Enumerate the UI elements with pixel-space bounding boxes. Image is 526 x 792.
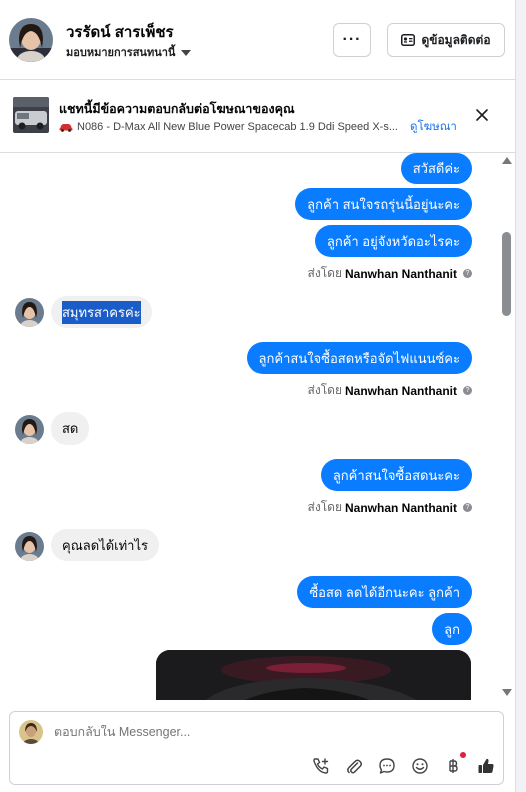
chat-bubble-icon: [379, 758, 395, 774]
sent-by-agent: Nanwhan Nanthanit: [344, 383, 457, 398]
messenger-panel: วรรัดน์ สารเพ็ชร มอบหมายการสนทนานี้ ··· …: [0, 0, 515, 792]
sent-by-prefix: ส่งโดย: [307, 266, 342, 280]
close-banner-button[interactable]: [472, 105, 492, 125]
ad-reply-banner: แชทนี้มีข้อความตอบกลับต่อโฆษณาของคุณ N08…: [0, 80, 515, 153]
ad-product-name: N086 - D-Max All New Blue Power Spacecab…: [77, 121, 398, 133]
attach-button[interactable]: [343, 755, 365, 777]
sent-by-label: ส่งโดย Nanwhan Nanthanit ?: [308, 381, 472, 400]
customer-avatar-small[interactable]: [15, 415, 44, 444]
ad-banner-subtitle: N086 - D-Max All New Blue Power Spacecab…: [59, 118, 457, 136]
customer-avatar[interactable]: [9, 18, 53, 62]
view-contact-button[interactable]: ดูข้อมูลติดต่อ: [387, 23, 505, 57]
baht-icon: [449, 759, 458, 773]
smiley-icon: [412, 758, 428, 774]
ad-thumbnail[interactable]: [13, 97, 49, 133]
call-button[interactable]: [310, 755, 332, 777]
customer-avatar-small[interactable]: [15, 298, 44, 327]
customer-name: วรรัดน์ สารเพ็ชร: [66, 24, 174, 41]
phone-plus-icon: [313, 758, 329, 774]
close-icon: [476, 109, 488, 121]
ad-banner-title: แชทนี้มีข้อความตอบกลับต่อโฆษณาของคุณ: [59, 102, 295, 116]
paperclip-icon: [347, 759, 362, 774]
message-outgoing[interactable]: ลูกค้า อยู่จังหวัดอะไรคะ: [314, 225, 472, 257]
contact-card-icon: [401, 34, 416, 46]
car-icon: [59, 123, 73, 132]
sent-by-prefix: ส่งโดย: [307, 383, 342, 397]
chevron-down-icon: [181, 49, 192, 56]
notification-dot: [460, 752, 466, 758]
help-icon[interactable]: ?: [463, 269, 472, 278]
scrollbar-thumb[interactable]: [502, 232, 511, 316]
ellipsis-icon: ···: [342, 31, 362, 48]
scroll-down-arrow-icon[interactable]: [502, 689, 512, 696]
thumbs-up-icon: [478, 758, 494, 773]
message-outgoing[interactable]: ลูก: [432, 613, 472, 645]
conversation-header: วรรัดน์ สารเพ็ชร มอบหมายการสนทนานี้ ··· …: [0, 0, 515, 80]
help-icon[interactable]: ?: [463, 503, 472, 512]
emoji-button[interactable]: [409, 755, 431, 777]
help-icon[interactable]: ?: [463, 386, 472, 395]
message-incoming[interactable]: คุณลดได้เท่าไร: [51, 529, 159, 561]
reply-composer: [9, 711, 504, 785]
sent-by-label: ส่งโดย Nanwhan Nanthanit ?: [308, 264, 472, 283]
saved-replies-button[interactable]: [376, 755, 398, 777]
agent-avatar: [19, 720, 43, 744]
scroll-up-arrow-icon[interactable]: [502, 157, 512, 164]
sent-by-agent: Nanwhan Nanthanit: [344, 500, 457, 515]
assign-label: มอบหมายการสนทนานี้: [66, 47, 176, 59]
message-outgoing[interactable]: ลูกค้า สนใจรถรุ่นนี้อยู่นะคะ: [295, 188, 472, 220]
message-outgoing[interactable]: ลูกค้าสนใจซื้อสดหรือจัดไฟแนนซ์คะ: [246, 342, 472, 374]
payment-button[interactable]: [442, 752, 466, 777]
sent-by-prefix: ส่งโดย: [307, 500, 342, 514]
view-contact-label: ดูข้อมูลติดต่อ: [421, 32, 491, 47]
like-button[interactable]: [475, 755, 497, 777]
composer-toolbar: [310, 752, 497, 777]
window-edge: [515, 0, 526, 792]
message-outgoing[interactable]: ซื้อสด ลดได้อีกนะคะ ลูกค้า: [297, 576, 472, 608]
message-incoming[interactable]: สมุทรสาครค่ะ: [51, 296, 152, 328]
message-thread[interactable]: สวัสดีค่ะ ลูกค้า สนใจรถรุ่นนี้อยู่นะคะ ล…: [0, 153, 500, 700]
image-attachment[interactable]: [156, 650, 471, 700]
message-outgoing[interactable]: ลูกค้าสนใจซื้อสดนะคะ: [320, 459, 472, 491]
message-incoming[interactable]: สด: [51, 412, 90, 445]
assign-conversation-dropdown[interactable]: มอบหมายการสนทนานี้: [66, 43, 192, 61]
selected-text[interactable]: สมุทรสาครค่ะ: [62, 300, 141, 324]
view-ad-link[interactable]: ดูโฆษณา: [410, 118, 457, 136]
customer-avatar-small[interactable]: [15, 532, 44, 561]
sent-by-label: ส่งโดย Nanwhan Nanthanit ?: [308, 498, 472, 517]
more-options-button[interactable]: ···: [333, 23, 371, 57]
sent-by-agent: Nanwhan Nanthanit: [344, 266, 457, 281]
message-input[interactable]: [54, 725, 474, 739]
message-outgoing[interactable]: สวัสดีค่ะ: [400, 153, 472, 184]
